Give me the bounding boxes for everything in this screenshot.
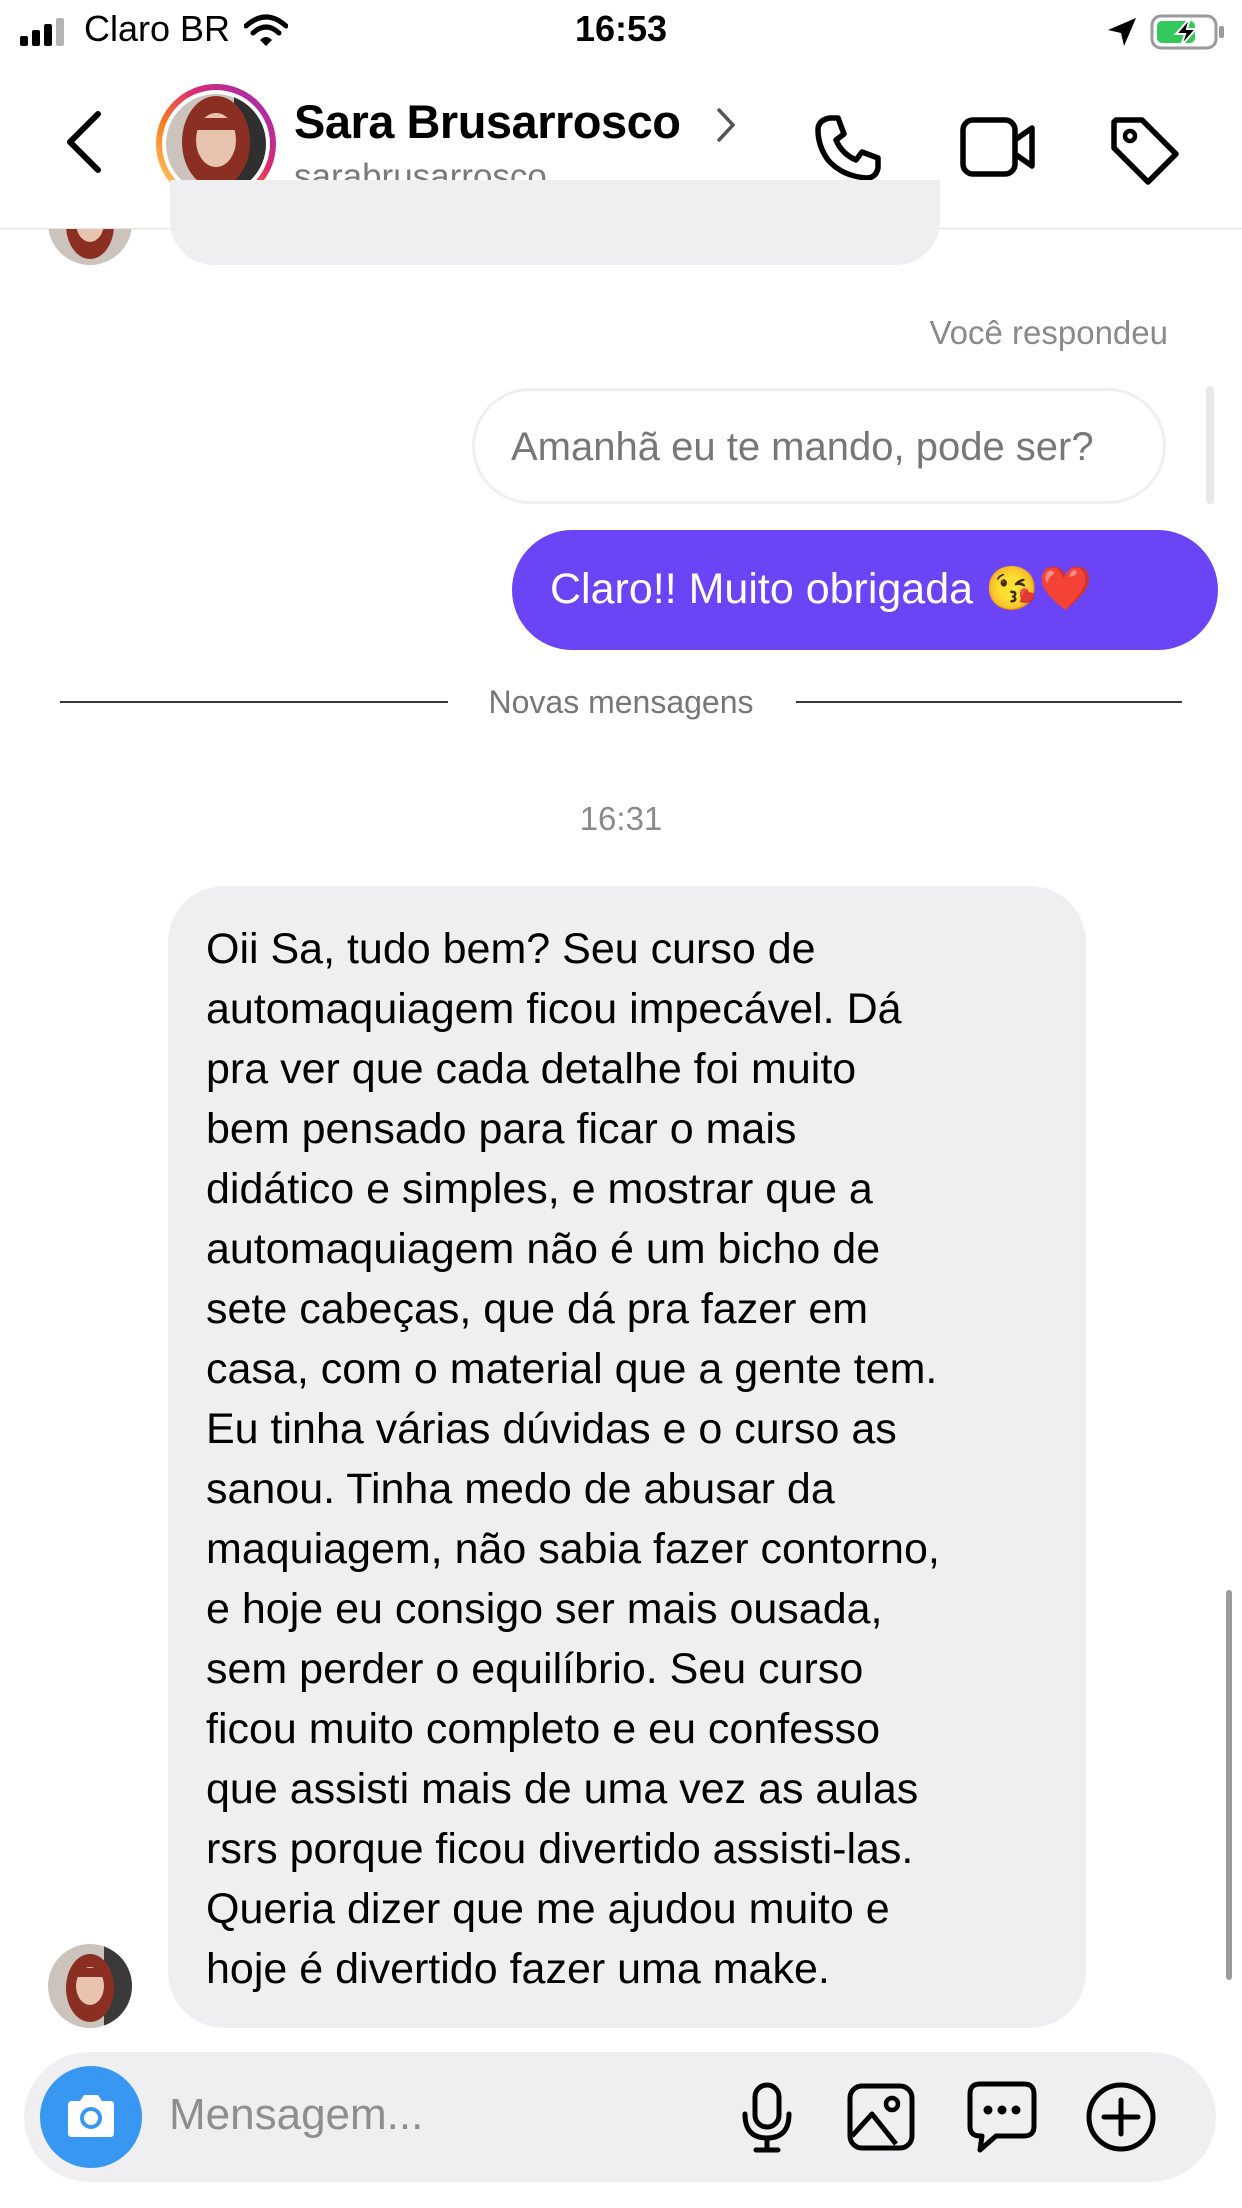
plus-circle-icon[interactable] xyxy=(1084,2080,1158,2154)
message-line: Queria dizer que me ajudou muito e xyxy=(206,1885,890,1933)
camera-button[interactable] xyxy=(40,2066,142,2168)
message-line: Eu tinha várias dúvidas e o curso as xyxy=(206,1405,897,1453)
microphone-icon[interactable] xyxy=(740,2082,794,2154)
message-line: e hoje eu consigo ser mais ousada, xyxy=(206,1585,883,1633)
message-line: hoje é divertido fazer uma make. xyxy=(206,1945,830,1993)
message-line: bem pensado para ficar o mais xyxy=(206,1105,797,1153)
message-line: didático e simples, e mostrar que a xyxy=(206,1165,873,1213)
clock: 16:53 xyxy=(574,8,668,49)
camera-icon xyxy=(68,2095,114,2137)
message-line: sanou. Tinha medo de abusar da xyxy=(206,1465,835,1513)
message-line: rsrs porque ficou divertido assisti-las. xyxy=(206,1825,914,1873)
message-line: sem perder o equilíbrio. Seu curso xyxy=(206,1645,864,1693)
reply-indicator-bar xyxy=(1206,386,1214,504)
message-line: que assisti mais de uma vez as aulas xyxy=(206,1765,919,1813)
status-bar: Claro BR 16:53 xyxy=(0,0,1242,62)
location-arrow-icon xyxy=(1108,18,1136,46)
received-message-bubble[interactable]: Oii Sa, tudo bem? Seu curso de automaqui… xyxy=(168,886,1086,2028)
sent-message-bubble[interactable]: Claro!! Muito obrigada 😘❤️ xyxy=(512,530,1218,650)
message-line: automaquiagem não é um bicho de xyxy=(206,1225,881,1273)
message-line: Oii Sa, tudo bem? Seu curso de xyxy=(206,925,816,973)
back-arrow-icon[interactable] xyxy=(62,110,106,174)
message-line: casa, com o material que a gente tem. xyxy=(206,1345,938,1393)
reply-label: Você respondeu xyxy=(929,314,1168,351)
tag-icon[interactable] xyxy=(1108,114,1180,186)
gallery-icon[interactable] xyxy=(846,2082,916,2152)
previous-sender-avatar xyxy=(48,229,132,265)
chevron-right-icon[interactable] xyxy=(714,106,738,144)
sent-message-text: Claro!! Muito obrigada 😘❤️ xyxy=(550,565,1093,613)
replied-message-bubble[interactable]: Amanhã eu te mando, pode ser? xyxy=(472,388,1166,504)
message-composer: Mensagem... xyxy=(24,2052,1216,2182)
sticker-chat-icon[interactable] xyxy=(966,2080,1038,2154)
scrollbar[interactable] xyxy=(1226,1590,1232,1980)
message-line: pra ver que cada detalhe foi muito xyxy=(206,1045,857,1093)
message-line: maquiagem, não sabia fazer contorno, xyxy=(206,1525,940,1573)
replied-message-text: Amanhã eu te mando, pode ser? xyxy=(511,425,1094,469)
divider-line-right xyxy=(796,701,1182,703)
message-line: sete cabeças, que dá pra fazer em xyxy=(206,1285,869,1333)
message-timestamp: 16:31 xyxy=(579,800,663,837)
video-call-icon[interactable] xyxy=(960,114,1036,180)
message-input[interactable]: Mensagem... xyxy=(169,2090,423,2140)
message-line: automaquiagem ficou impecável. Dá xyxy=(206,985,902,1033)
sender-avatar[interactable] xyxy=(48,1944,132,2028)
previous-message-bubble xyxy=(170,180,940,265)
message-line: ficou muito completo e eu confesso xyxy=(206,1705,881,1753)
phone-call-icon[interactable] xyxy=(812,112,884,184)
contact-name[interactable]: Sara Brusarrosco xyxy=(294,94,681,149)
battery-icon xyxy=(1150,14,1224,50)
